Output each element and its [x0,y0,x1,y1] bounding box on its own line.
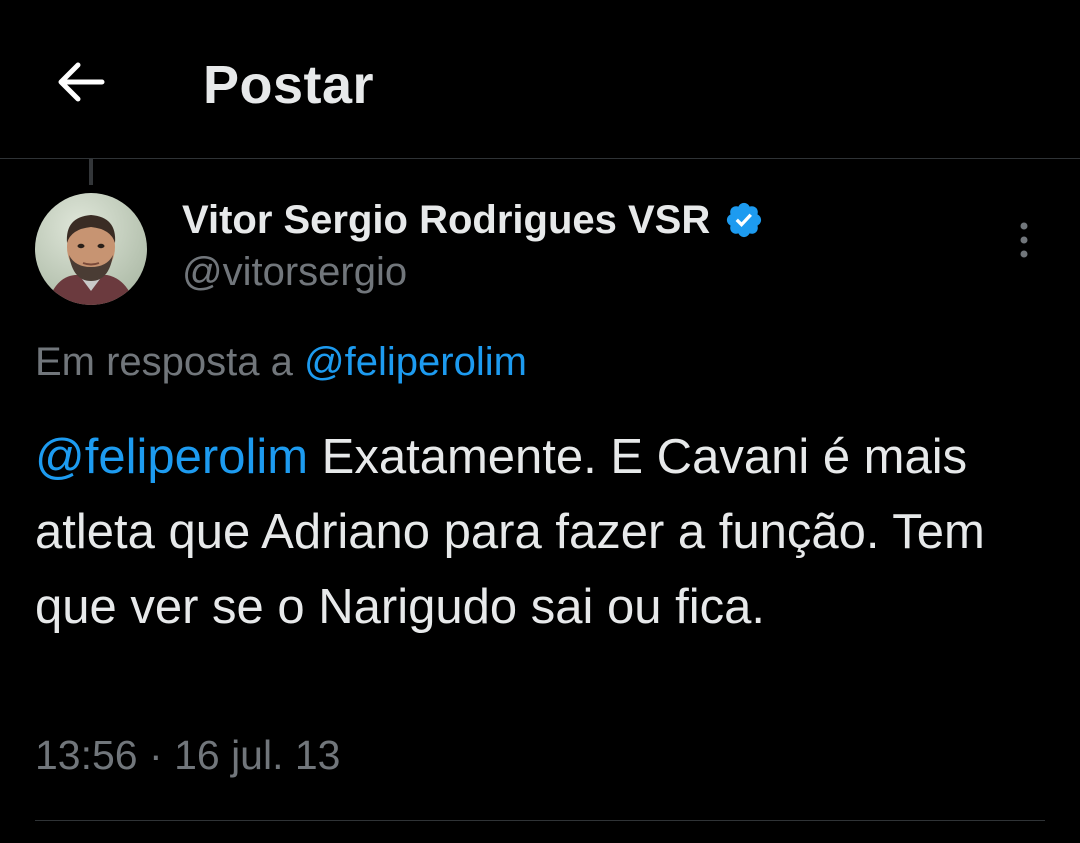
author-name-row: Vitor Sergio Rodrigues VSR [182,192,764,248]
post-timestamp: 13:56 · 16 jul. 13 [35,732,340,779]
back-button[interactable] [48,50,112,114]
post-date[interactable]: 16 jul. 13 [174,732,340,778]
user-avatar-icon [35,193,147,305]
timestamp-separator: · [149,732,163,778]
more-options-button[interactable] [1000,212,1048,268]
verified-badge-icon[interactable] [724,200,764,240]
reply-prefix: Em resposta a [35,340,293,384]
reply-context: Em resposta a @feliperolim [35,340,527,385]
post-text: @feliperolim Exatamente. E Cavani é mais… [35,420,1035,645]
divider [35,820,1045,821]
page-title: Postar [203,55,375,115]
top-bar: Postar [0,0,1080,159]
author-handle[interactable]: @vitorsergio [182,250,407,295]
arrow-left-icon [58,62,105,102]
body-mention-link[interactable]: @feliperolim [35,430,308,484]
author-avatar[interactable] [35,193,147,305]
thread-connector-line [89,159,93,185]
post-time[interactable]: 13:56 [35,732,138,778]
more-vertical-icon [1020,222,1028,258]
reply-mention-link[interactable]: @feliperolim [304,340,527,384]
author-display-name[interactable]: Vitor Sergio Rodrigues VSR [182,198,710,243]
